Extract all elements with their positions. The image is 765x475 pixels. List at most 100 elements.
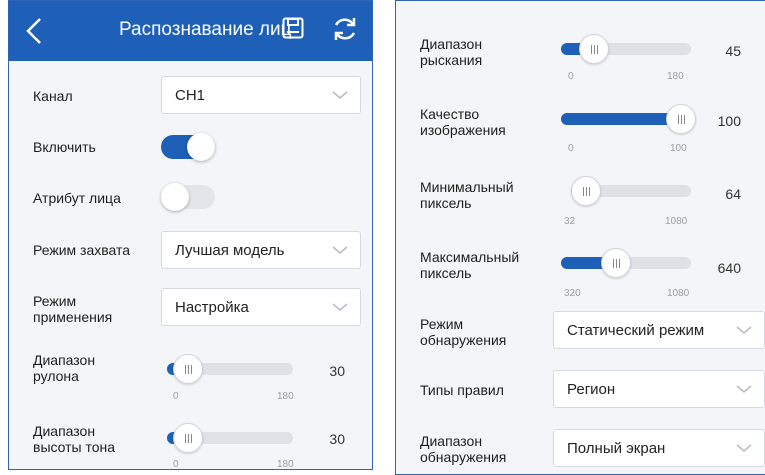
- face-attribute-row: Атрибут лица: [9, 171, 372, 221]
- rule-types-row: Типы правил Регион: [396, 366, 765, 416]
- face-attribute-label: Атрибут лица: [33, 190, 121, 206]
- roll-range-label-line2: рулона: [33, 368, 79, 384]
- apply-mode-label: Режим применения: [33, 293, 112, 325]
- pitch-range-label: Диапазон высоты тона: [33, 423, 115, 455]
- chevron-down-icon: [736, 326, 752, 334]
- enable-toggle[interactable]: [161, 133, 215, 161]
- max-pixel-row: Максимальный пиксель 320 1080 640: [396, 246, 765, 306]
- face-recognition-panel: Распознавание лиц Канал CH1 Включить Атр…: [8, 0, 373, 470]
- slider-thumb[interactable]: [173, 354, 203, 384]
- yaw-min: 0: [568, 71, 574, 82]
- roll-max: 180: [277, 391, 294, 402]
- apply-mode-select[interactable]: Настройка: [161, 288, 361, 326]
- enable-label: Включить: [33, 139, 96, 155]
- detection-mode-label: Режим обнаружения: [420, 316, 506, 348]
- min-pixel-slider[interactable]: [571, 176, 691, 206]
- capture-mode-label: Режим захвата: [33, 242, 131, 258]
- face-recognition-panel-continued: Диапазон рыскания 0 180 45 Качество изоб…: [395, 0, 765, 475]
- save-icon[interactable]: [282, 17, 304, 39]
- detection-range-select[interactable]: Полный экран: [553, 429, 765, 467]
- roll-min: 0: [173, 391, 179, 402]
- roll-range-label-line1: Диапазон: [33, 352, 96, 368]
- min-pixel-row: Минимальный пиксель 32 1080 64: [396, 176, 765, 236]
- face-attribute-toggle[interactable]: [161, 183, 215, 211]
- roll-range-slider[interactable]: [167, 354, 293, 384]
- chevron-down-icon: [332, 91, 348, 99]
- channel-value: CH1: [175, 87, 206, 104]
- rule-types-select[interactable]: Регион: [553, 370, 765, 408]
- rule-types-label: Типы правил: [420, 382, 504, 398]
- detection-mode-select[interactable]: Статический режим: [553, 311, 765, 349]
- max-pixel-value: 640: [717, 260, 741, 276]
- yaw-max: 180: [667, 71, 684, 82]
- slider-thumb[interactable]: [579, 34, 609, 64]
- pitch-value: 30: [329, 431, 345, 447]
- chevron-down-icon: [736, 444, 752, 452]
- detection-range-label-line2: обнаружения: [420, 449, 507, 465]
- roll-range-row: Диапазон рулона 0 180 30: [9, 346, 372, 406]
- max-pixel-max: 1080: [667, 288, 690, 299]
- pitch-range-slider[interactable]: [167, 423, 293, 453]
- image-quality-slider[interactable]: [561, 104, 696, 134]
- slider-fill: [561, 113, 681, 125]
- slider-thumb[interactable]: [173, 423, 203, 453]
- apply-mode-label-line1: Режим: [33, 293, 77, 309]
- min-pixel-min: 32: [564, 216, 576, 227]
- detection-mode-value: Статический режим: [567, 322, 705, 339]
- yaw-range-label-line1: Диапазон: [420, 36, 483, 52]
- detection-range-row: Диапазон обнаружения Полный экран: [396, 421, 765, 474]
- apply-mode-label-line2: применения: [33, 309, 113, 325]
- max-pixel-min: 320: [564, 288, 581, 299]
- apply-mode-value: Настройка: [175, 299, 249, 316]
- page-title: Распознавание лиц: [119, 19, 292, 40]
- rule-types-value: Регион: [567, 381, 616, 398]
- detection-range-label-line1: Диапазон: [420, 433, 483, 449]
- image-quality-row: Качество изображения 0 100 100: [396, 101, 765, 161]
- image-quality-label: Качество изображения: [420, 106, 506, 138]
- quality-max: 100: [670, 143, 687, 154]
- max-pixel-slider[interactable]: [561, 248, 691, 278]
- chevron-down-icon: [332, 303, 348, 311]
- roll-range-label: Диапазон рулона: [33, 352, 95, 384]
- detection-range-value: Полный экран: [567, 440, 666, 457]
- toggle-knob: [187, 133, 215, 161]
- refresh-icon[interactable]: [331, 15, 359, 43]
- image-quality-label-line1: Качество: [420, 106, 480, 122]
- detection-mode-row: Режим обнаружения Статический режим: [396, 306, 765, 366]
- max-pixel-label: Максимальный пиксель: [420, 249, 519, 281]
- quality-value: 100: [717, 113, 741, 129]
- detection-mode-label-line1: Режим: [420, 316, 464, 332]
- yaw-value: 45: [725, 43, 741, 59]
- max-pixel-label-line2: пиксель: [420, 265, 472, 281]
- roll-value: 30: [329, 363, 345, 379]
- chevron-down-icon: [736, 385, 752, 393]
- pitch-min: 0: [173, 459, 179, 470]
- chevron-down-icon: [332, 246, 348, 254]
- pitch-range-row: Диапазон высоты тона 0 180 30: [9, 411, 372, 470]
- slider-thumb[interactable]: [666, 104, 696, 134]
- channel-select[interactable]: CH1: [161, 76, 361, 114]
- capture-mode-value: Лучшая модель: [175, 242, 285, 259]
- apply-mode-row: Режим применения Настройка: [9, 281, 372, 341]
- slider-thumb[interactable]: [601, 248, 631, 278]
- max-pixel-label-line1: Максимальный: [420, 249, 520, 265]
- yaw-range-label: Диапазон рыскания: [420, 36, 482, 68]
- min-pixel-label: Минимальный пиксель: [420, 179, 514, 211]
- back-icon[interactable]: [23, 16, 45, 46]
- capture-mode-select[interactable]: Лучшая модель: [161, 231, 361, 269]
- capture-mode-row: Режим захвата Лучшая модель: [9, 221, 372, 279]
- yaw-range-label-line2: рыскания: [420, 52, 483, 68]
- min-pixel-max: 1080: [665, 216, 688, 227]
- quality-min: 0: [568, 143, 574, 154]
- channel-row: Канал CH1: [9, 61, 372, 121]
- min-pixel-value: 64: [725, 186, 741, 202]
- toggle-knob: [161, 183, 189, 211]
- detection-range-label: Диапазон обнаружения: [420, 433, 506, 465]
- pitch-range-label-line1: Диапазон: [33, 423, 96, 439]
- pitch-range-label-line2: высоты тона: [33, 439, 116, 455]
- channel-label: Канал: [33, 88, 73, 104]
- app-header: Распознавание лиц: [9, 1, 372, 61]
- slider-thumb[interactable]: [571, 176, 601, 206]
- yaw-range-slider[interactable]: [561, 34, 691, 64]
- pitch-max: 180: [277, 459, 294, 470]
